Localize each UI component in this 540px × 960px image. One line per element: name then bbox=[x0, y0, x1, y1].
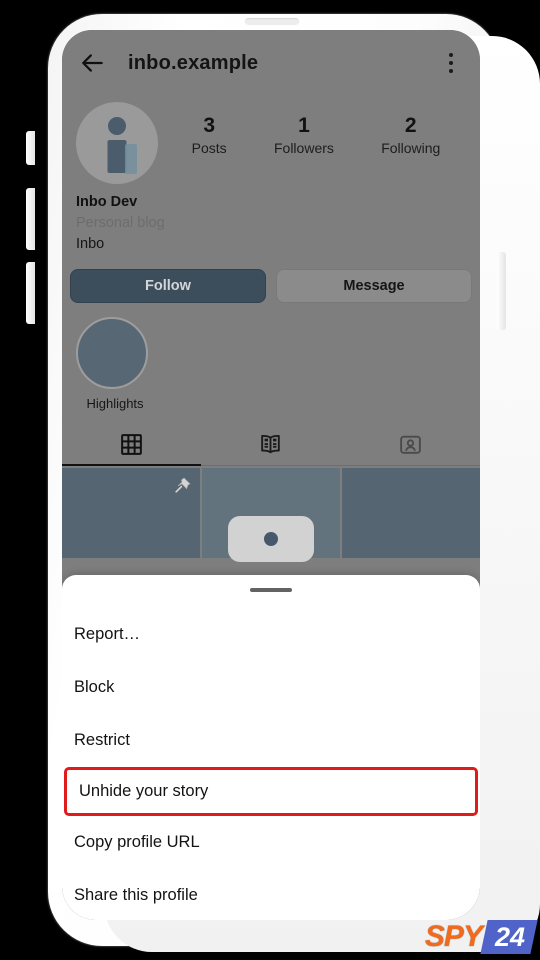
sheet-item-restrict[interactable]: Restrict bbox=[62, 714, 480, 767]
stat-posts-label: Posts bbox=[191, 140, 227, 157]
stat-followers[interactable]: 1 Followers bbox=[274, 114, 334, 156]
post-thumbnail-1[interactable] bbox=[62, 468, 200, 559]
thumbnail-plate-shape bbox=[228, 516, 314, 563]
post-thumbnail-2[interactable] bbox=[202, 468, 340, 563]
profile-action-buttons: Follow Message bbox=[62, 255, 480, 304]
profile-display-name: Inbo Dev bbox=[76, 194, 138, 210]
story-highlights: Highlights bbox=[62, 303, 480, 411]
profile-blurb: Inbo bbox=[76, 236, 105, 253]
sheet-item-unhide-your-story[interactable]: Unhide your story bbox=[64, 767, 478, 816]
watermark-suffix-text: 24 bbox=[494, 922, 525, 952]
watermark-suffix: 24 bbox=[480, 920, 538, 954]
profile-avatar-icon[interactable] bbox=[76, 102, 158, 184]
stat-posts-count: 3 bbox=[203, 114, 215, 137]
sheet-option-list: Report… Block Restrict Unhide your story… bbox=[62, 592, 480, 920]
sheet-item-report[interactable]: Report… bbox=[62, 608, 480, 661]
post-thumbnail-3[interactable] bbox=[342, 468, 480, 559]
avatar-accent-shape bbox=[125, 144, 137, 174]
app-bar: inbo.example bbox=[62, 30, 480, 96]
profile-bio: Inbo Dev Personal blog Inbo bbox=[62, 184, 480, 255]
stat-followers-count: 1 bbox=[298, 114, 310, 137]
profile-stats: 3 Posts 1 Followers 2 Following bbox=[158, 102, 468, 156]
follow-button[interactable]: Follow bbox=[70, 269, 266, 304]
page-title: inbo.example bbox=[128, 51, 259, 74]
stat-following-label: Following bbox=[381, 140, 441, 157]
sheet-item-share-this-profile[interactable]: Share this profile bbox=[62, 869, 480, 920]
pinned-post-icon bbox=[175, 477, 191, 493]
message-button[interactable]: Message bbox=[276, 269, 472, 304]
sheet-item-copy-profile-url[interactable]: Copy profile URL bbox=[62, 816, 480, 869]
sheet-item-block[interactable]: Block bbox=[62, 661, 480, 714]
avatar-body-shape bbox=[107, 140, 127, 173]
options-bottom-sheet: Report… Block Restrict Unhide your story… bbox=[62, 575, 480, 920]
post-grid bbox=[62, 468, 480, 563]
tab-tagged[interactable] bbox=[341, 423, 480, 465]
stat-posts[interactable]: 3 Posts bbox=[192, 114, 227, 156]
mute-switch-button[interactable] bbox=[26, 131, 35, 165]
stat-following-count: 2 bbox=[404, 114, 417, 137]
phone-screen: inbo.example 3 Posts 1 Followers 2 Follo… bbox=[62, 30, 480, 920]
thumbnail-dot-shape bbox=[264, 532, 278, 547]
volume-up-button[interactable] bbox=[26, 188, 35, 250]
kebab-menu-icon[interactable] bbox=[436, 46, 466, 80]
back-arrow-icon[interactable] bbox=[76, 46, 110, 80]
volume-down-button[interactable] bbox=[26, 262, 35, 324]
watermark-brand: SPY bbox=[424, 920, 483, 953]
stat-following[interactable]: 2 Following bbox=[381, 114, 440, 156]
profile-category: Personal blog bbox=[76, 215, 165, 232]
spy24-watermark: SPY 24 bbox=[424, 920, 538, 954]
tab-grid[interactable] bbox=[62, 423, 202, 467]
earpiece-speaker bbox=[245, 18, 299, 25]
power-button[interactable] bbox=[497, 252, 506, 330]
stat-followers-label: Followers bbox=[273, 140, 334, 157]
tab-guides[interactable] bbox=[201, 423, 340, 465]
screenshot-stage: inbo.example 3 Posts 1 Followers 2 Follo… bbox=[0, 0, 540, 960]
highlight-label: Highlights bbox=[86, 396, 144, 412]
highlight-bubble[interactable] bbox=[76, 317, 148, 390]
profile-header-row: 3 Posts 1 Followers 2 Following bbox=[62, 96, 480, 184]
avatar-head-shape bbox=[108, 117, 126, 135]
profile-tab-bar bbox=[62, 423, 480, 467]
